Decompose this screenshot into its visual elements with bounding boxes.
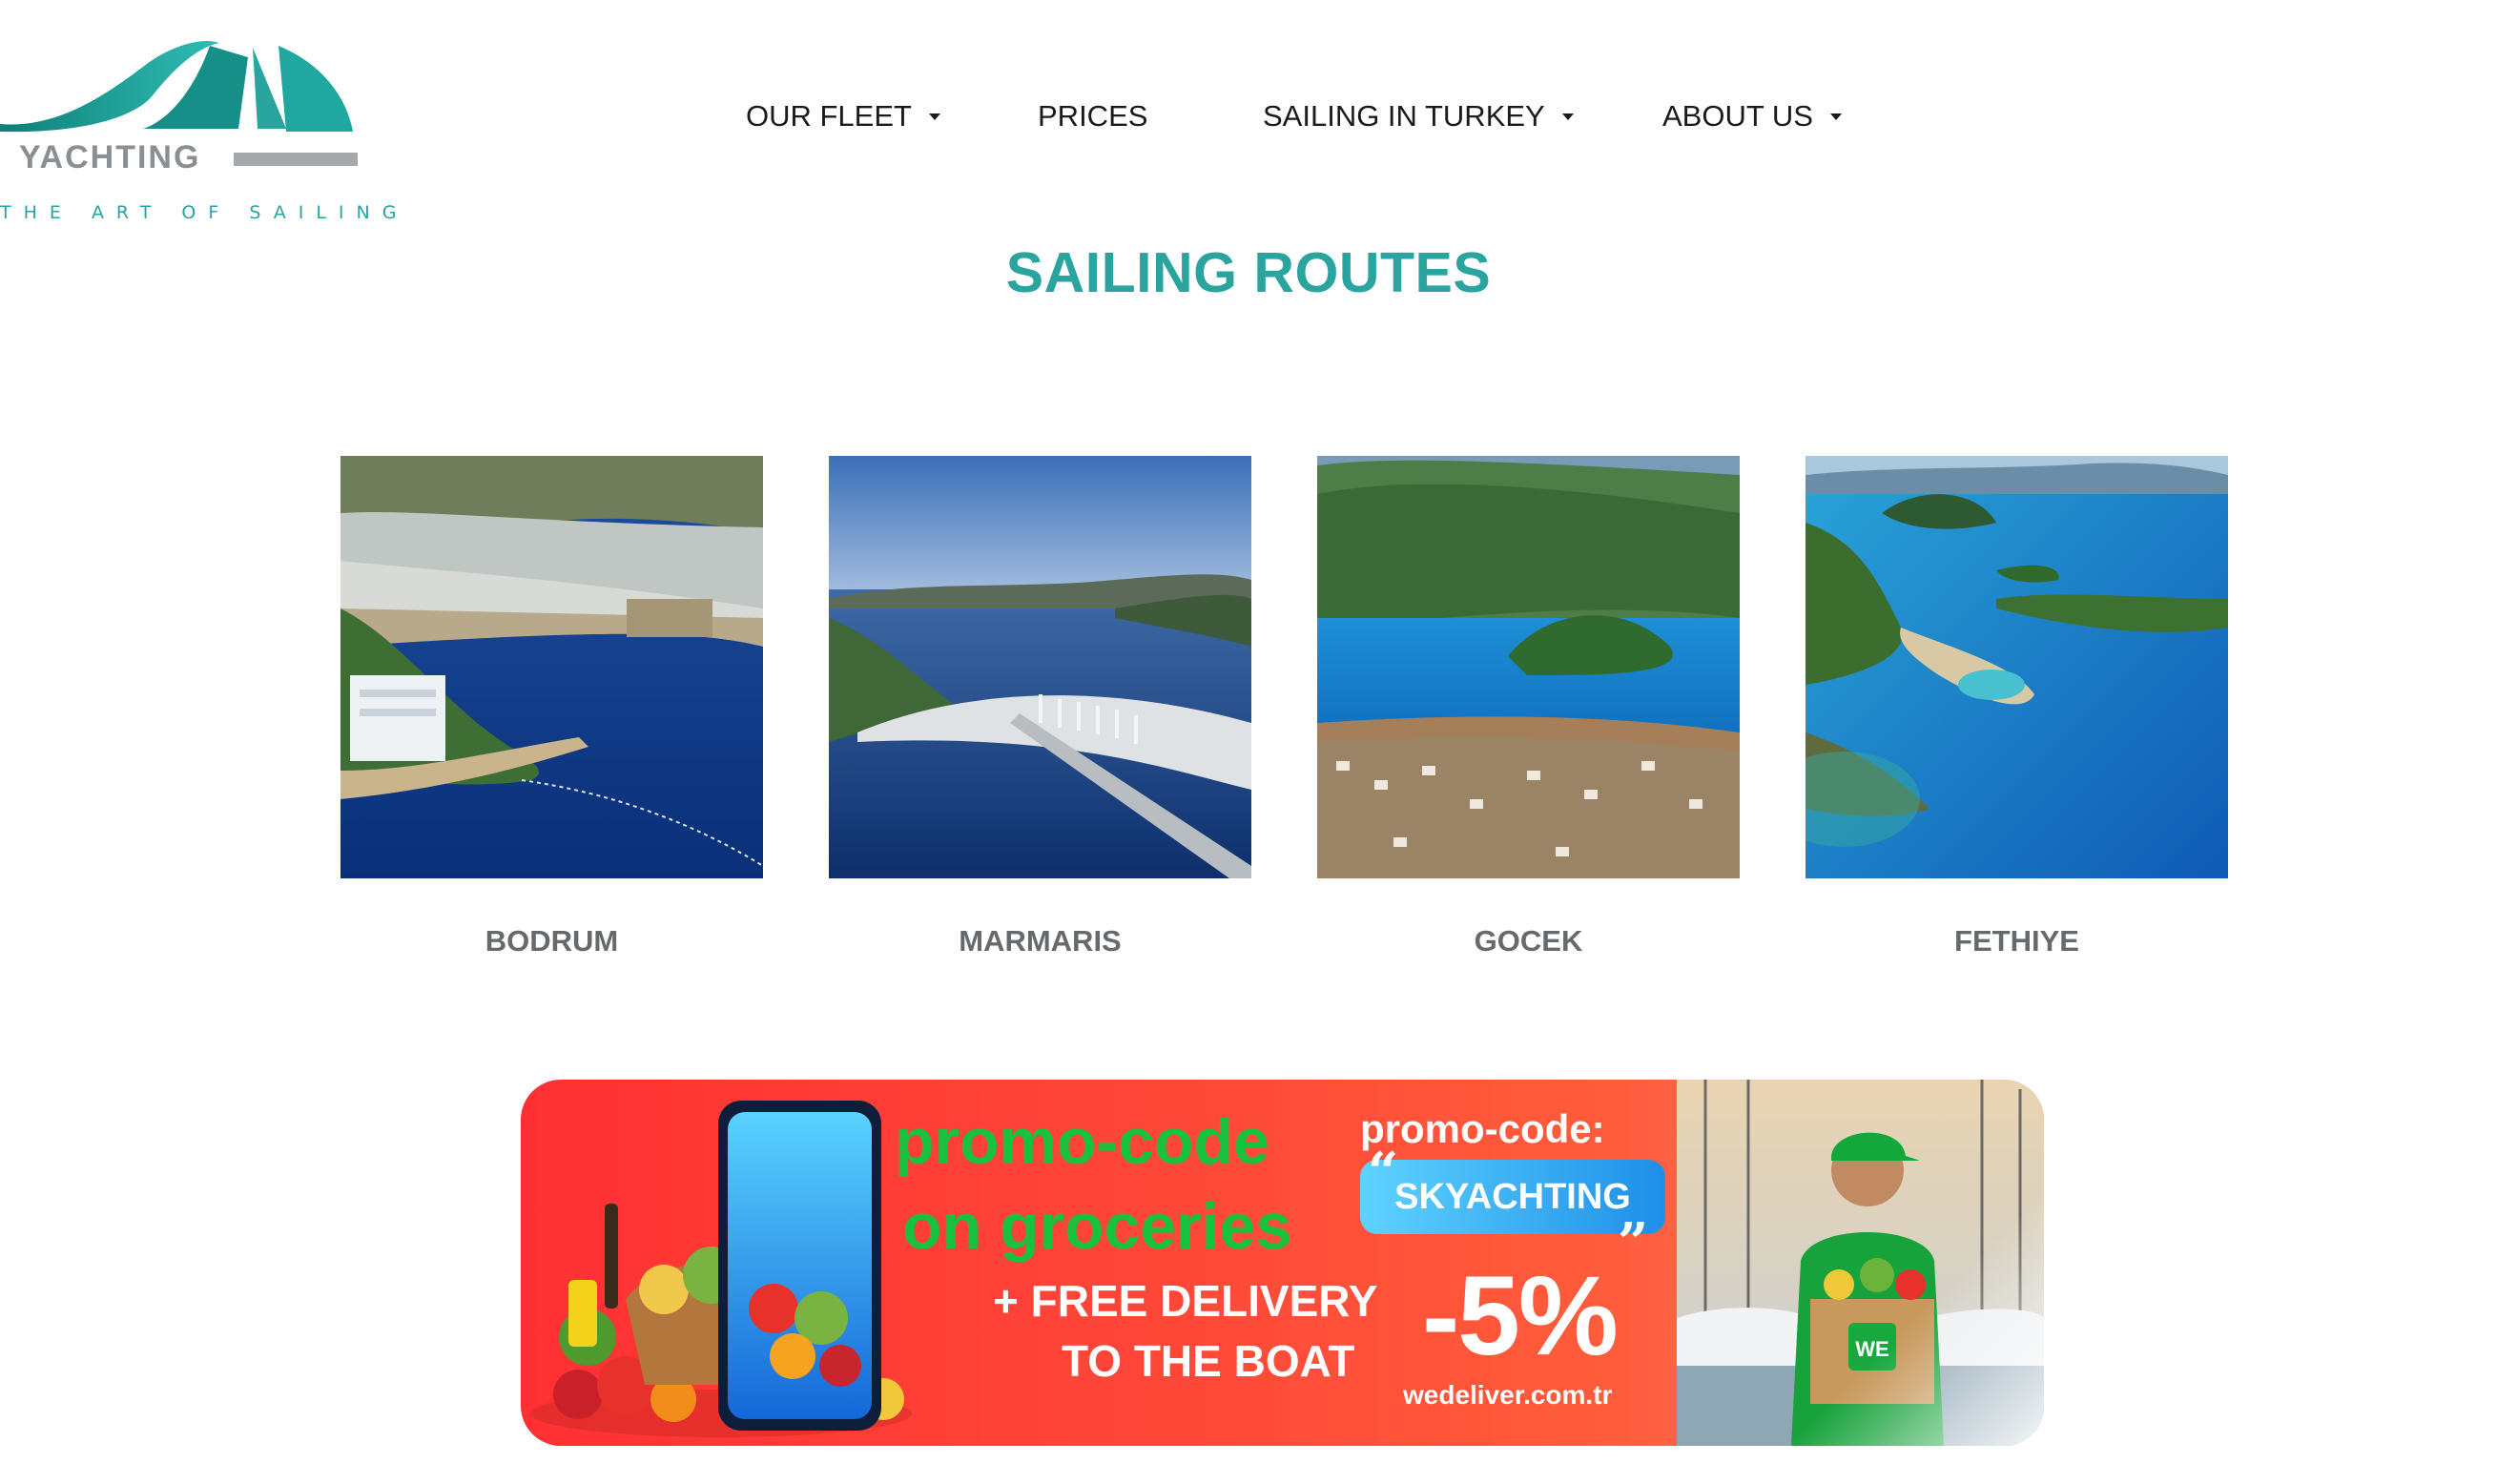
- nav-item-label: PRICES: [1038, 99, 1148, 133]
- bodrum-photo: [340, 456, 763, 878]
- logo-wordmark: YACHTING: [19, 139, 201, 175]
- route-label: MARMARIS: [959, 924, 1122, 958]
- phone-illustration: [718, 1101, 881, 1431]
- nav-item-prices[interactable]: PRICES: [1038, 99, 1147, 134]
- marmaris-photo: [829, 456, 1251, 878]
- fethiye-photo: [1806, 456, 2228, 878]
- main-nav: OUR FLEET PRICES SAILING IN TURKEY ABOUT…: [0, 99, 2497, 137]
- delivery-line1: + FREE DELIVERY: [993, 1276, 1378, 1326]
- promo-website: wedeliver.com.tr: [1403, 1380, 1613, 1410]
- promo-banner-content: promo-code on groceries + FREE DELIVERY …: [521, 1080, 1677, 1446]
- route-label: BODRUM: [485, 924, 619, 958]
- nav-item-sailing-in-turkey[interactable]: SAILING IN TURKEY: [1263, 99, 1574, 134]
- logo-tagline: THE ART OF SAILING: [0, 202, 409, 223]
- caret-down-icon: [1829, 113, 1842, 120]
- promo-headline-line1: promo-code: [895, 1105, 1269, 1178]
- promo-headline-line2: on groceries: [902, 1190, 1292, 1263]
- delivery-line2: TO THE BOAT: [1062, 1336, 1355, 1386]
- nav-item-label: ABOUT US: [1662, 99, 1813, 133]
- route-label: GOCEK: [1474, 924, 1583, 958]
- caret-down-icon: [1561, 113, 1574, 120]
- route-label: FETHIYE: [1954, 924, 2079, 958]
- route-card-gocek[interactable]: GOCEK: [1317, 456, 1740, 958]
- route-card-marmaris[interactable]: MARMARIS: [829, 456, 1251, 958]
- route-card-bodrum[interactable]: BODRUM: [340, 456, 763, 958]
- nav-item-about-us[interactable]: ABOUT US: [1662, 99, 1842, 134]
- close-quote-icon: ”: [1618, 1211, 1649, 1274]
- discount-value: -5%: [1422, 1253, 1619, 1379]
- delivery-man-photo: WE: [1677, 1080, 2044, 1446]
- gocek-photo: [1317, 456, 1740, 878]
- promo-code-value: SKYACHTING: [1394, 1176, 1631, 1217]
- nav-item-label: OUR FLEET: [746, 99, 912, 133]
- nav-item-our-fleet[interactable]: OUR FLEET: [746, 99, 940, 134]
- page-title: SAILING ROUTES: [1005, 241, 1492, 304]
- route-card-fethiye[interactable]: FETHIYE: [1806, 456, 2228, 958]
- promo-banner[interactable]: promo-code on groceries + FREE DELIVERY …: [521, 1080, 2044, 1446]
- nav-item-label: SAILING IN TURKEY: [1263, 99, 1545, 133]
- open-quote-icon: “: [1368, 1141, 1399, 1204]
- caret-down-icon: [928, 113, 940, 120]
